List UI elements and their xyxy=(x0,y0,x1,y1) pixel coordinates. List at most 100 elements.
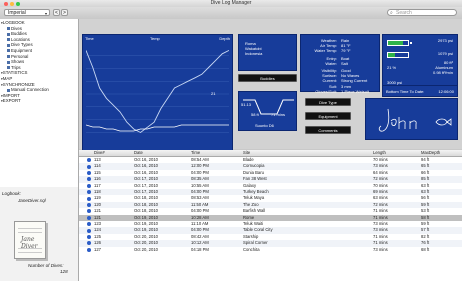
sidebar-item-label: STATISTICS xyxy=(2,70,28,76)
units-select[interactable]: Imperial ▾ xyxy=(4,9,50,16)
condition-label: Gloves/Suit: xyxy=(315,88,337,94)
sidebar-item[interactable]: ▾LOGBOOK xyxy=(1,20,25,25)
main-area: Time Temp Depth 21 Roma Wakatobi Indones… xyxy=(79,19,462,281)
window-title: Dive Log Manager xyxy=(210,0,252,6)
table-cell: 04:18 PM xyxy=(191,246,209,252)
chevron-down-icon: ▾ xyxy=(44,11,47,16)
sidebar-item-label: Equipment xyxy=(11,48,32,53)
condition-label: Water: xyxy=(325,60,337,66)
pressure-end: 1079 psi xyxy=(437,51,453,56)
item-icon xyxy=(7,88,10,92)
dive-status-icon xyxy=(87,215,91,220)
sidebar-item-label: Personal xyxy=(11,53,29,59)
forward-button[interactable]: > xyxy=(61,9,68,16)
condition-value: 79 °F xyxy=(341,48,351,54)
sidebar-item-label: Manual Connection xyxy=(11,87,49,93)
sidebar-item[interactable]: Shows xyxy=(7,59,24,64)
location-panel: Roma Wakatobi Indonesia xyxy=(238,34,297,71)
dive-status-icon xyxy=(87,209,91,214)
sidebar-item[interactable]: Equipment xyxy=(7,48,32,53)
sidebar-item[interactable]: ▾STATISTICS xyxy=(1,70,27,75)
table-cell: Conchita xyxy=(243,246,260,252)
table-cell: 127 xyxy=(94,246,101,252)
col-dive-number[interactable]: Dive# xyxy=(94,150,105,156)
sidebar-item-label: SYNCHRONIZE xyxy=(2,81,35,87)
buddies-button[interactable]: Buddies xyxy=(238,74,297,82)
item-icon xyxy=(7,66,10,70)
dive-status-icon xyxy=(87,177,91,182)
dive-summary-time: 71 mins xyxy=(271,112,286,117)
location-line-3: Indonesia xyxy=(245,51,263,56)
profile-depth-label: Depth xyxy=(219,36,230,41)
logbook-file: JaneDiver.sql xyxy=(18,198,46,203)
sidebar-item-label: Buddies xyxy=(11,31,27,37)
sidebar-item-label: Dives xyxy=(11,25,22,31)
dive-status-icon xyxy=(87,190,91,195)
col-date[interactable]: Date xyxy=(134,150,143,156)
profile-time-label: Time xyxy=(85,36,94,41)
sidebar-item-label: Locations xyxy=(11,36,30,42)
col-maxdepth[interactable]: MaxDepth xyxy=(421,150,440,156)
signature-panel xyxy=(365,98,458,140)
window-controls xyxy=(4,1,20,6)
sidebar-item[interactable]: ▾IMPORT xyxy=(1,93,20,98)
sidebar-item-label: EXPORT xyxy=(2,98,21,104)
dive-summary-depth: 51.13 xyxy=(241,102,252,107)
item-icon xyxy=(7,32,10,36)
dive-profile-panel: Time Temp Depth 21 xyxy=(82,34,233,151)
item-icon xyxy=(7,60,10,64)
dive-status-icon xyxy=(87,171,91,176)
bottom-time-panel: Bottom Time To Date: 12:06:00 xyxy=(382,85,458,97)
condition-value: Salt xyxy=(341,60,348,66)
search-input[interactable]: ⌕ Search xyxy=(387,9,457,16)
sidebar-item[interactable]: Trips xyxy=(7,65,21,70)
search-placeholder: Search xyxy=(396,10,412,16)
sidebar-item[interactable]: ▾EXPORT xyxy=(1,98,21,103)
sidebar-item[interactable]: Locations xyxy=(7,37,30,42)
depth-series-line xyxy=(86,49,229,134)
col-length[interactable]: Length xyxy=(373,150,386,156)
sidebar-tree: ▾LOGBOOK Dives Buddies Locations Dive Types E… xyxy=(0,19,78,187)
sidebar-item[interactable]: Dive Types xyxy=(7,42,33,47)
search-icon: ⌕ xyxy=(390,10,393,16)
sidebar-item[interactable]: Dives xyxy=(7,26,22,31)
dive-type-button[interactable]: Dive Type xyxy=(305,98,351,106)
back-button[interactable]: < xyxy=(53,9,60,16)
pressure-start: 2973 psi xyxy=(437,38,453,43)
title-bar: Dive Log Manager xyxy=(0,0,462,7)
profile-temp-value: 21 xyxy=(211,91,216,96)
comments-button[interactable]: Comments xyxy=(305,126,351,134)
logbook-panel: Logbook: JaneDiver.sql Jane Diver Number … xyxy=(0,189,78,281)
tank-sac: 0.98 ft³/min xyxy=(432,70,453,75)
table-header: Dive# Date Time Site Length MaxDepth xyxy=(79,150,462,157)
col-site[interactable]: Site xyxy=(243,150,250,156)
tank-remaining-icon xyxy=(387,52,409,58)
sidebar-item-label: IMPORT xyxy=(2,92,20,98)
item-icon xyxy=(7,43,10,47)
sidebar-item-label: Dive Types xyxy=(11,42,33,48)
sidebar-item[interactable]: ▾SYNCHRONIZE xyxy=(1,82,35,87)
minimize-window-button[interactable] xyxy=(10,1,14,6)
equipment-button[interactable]: Equipment xyxy=(305,112,351,120)
profile-temp-label: Temp xyxy=(150,36,160,41)
col-time[interactable]: Time xyxy=(191,150,200,156)
condition-label: Water Temp: xyxy=(314,48,337,54)
dive-computer: Suunto D6 xyxy=(255,123,274,128)
dive-summary-maxdepth: 58 ft xyxy=(251,112,259,117)
dive-summary-panel: 51.13 58 ft 71 mins Suunto D6 xyxy=(238,91,297,131)
table-row[interactable]: 127 Oct 20, 2010 04:18 PM Conchita 73 mins 68… xyxy=(79,247,462,253)
book-signature: Jane Diver xyxy=(21,236,38,250)
bottom-time-label: Bottom Time To Date: xyxy=(386,89,425,94)
table-cell: 68 ft xyxy=(421,246,430,252)
sidebar-item[interactable]: Buddies xyxy=(7,31,27,36)
sidebar-item[interactable]: Manual Connection xyxy=(7,87,49,92)
dives-table: Dive# Date Time Site Length MaxDepth 113… xyxy=(79,150,462,281)
dive-profile-chart xyxy=(86,49,229,134)
zoom-window-button[interactable] xyxy=(16,1,20,6)
dive-status-icon xyxy=(87,247,91,252)
sidebar-item[interactable]: Personal xyxy=(7,54,28,59)
close-window-button[interactable] xyxy=(4,1,8,6)
sidebar-item-label: Trips xyxy=(11,64,21,70)
sidebar: ▾LOGBOOK Dives Buddies Locations Dive Types E… xyxy=(0,19,79,281)
sidebar-item[interactable]: ▾MAP xyxy=(1,76,12,81)
